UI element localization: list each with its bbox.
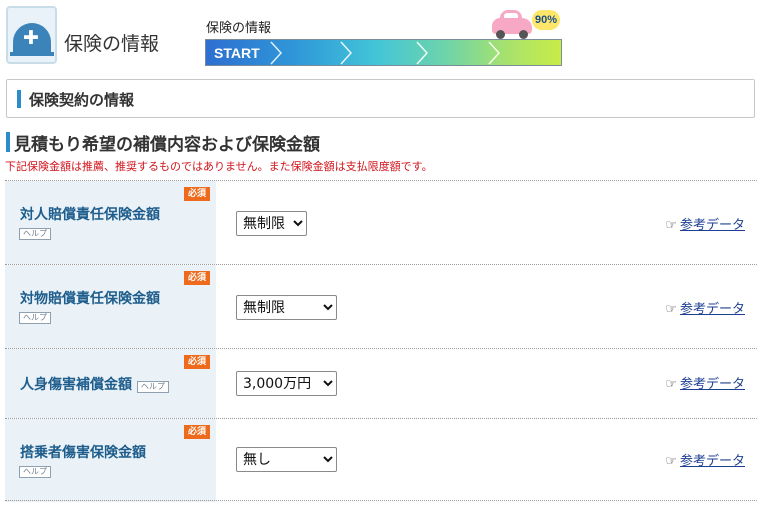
- progress-start-label: START: [214, 45, 260, 61]
- coverage-row: 必須 搭乗者傷害保険金額 ヘルプ 無し ☞ 参考データ: [5, 418, 757, 502]
- reference-data-link[interactable]: ☞ 参考データ: [665, 450, 745, 469]
- reference-data-link[interactable]: ☞ 参考データ: [665, 373, 745, 392]
- coverage-note: 下記保険金額は推薦、推奨するものではありません。また保険金額は支払限度額です。: [5, 160, 433, 173]
- progress-bar: START: [205, 39, 562, 66]
- subsection-accent-bar: [6, 132, 10, 152]
- required-badge: 必須: [184, 271, 210, 285]
- page-title: 保険の情報: [64, 33, 160, 55]
- coverage-row: 必須 人身傷害補償金額 ヘルプ 3,000万円 ☞ 参考データ: [5, 348, 757, 418]
- reference-data-link[interactable]: ☞ 参考データ: [665, 298, 745, 317]
- personal-injury-select[interactable]: 3,000万円: [236, 371, 337, 396]
- section-header: 保険契約の情報: [6, 79, 755, 118]
- bodily-injury-select[interactable]: 無制限: [236, 211, 307, 236]
- row-label-cell: 必須 人身傷害補償金額 ヘルプ: [5, 349, 216, 418]
- reference-data-label: 参考データ: [679, 454, 745, 469]
- passenger-injury-select[interactable]: 無し: [236, 447, 337, 472]
- coverage-row: 必須 対物賠償責任保険金額 ヘルプ 無制限 ☞ 参考データ: [5, 264, 757, 348]
- row-label: 人身傷害補償金額 ヘルプ: [20, 374, 169, 394]
- reference-data-label: 参考データ: [679, 218, 745, 233]
- help-button[interactable]: ヘルプ: [19, 466, 51, 478]
- chevron-right-icon: [270, 41, 283, 65]
- row-label-cell: 必須 対人賠償責任保険金額 ヘルプ: [5, 181, 216, 264]
- required-badge: 必須: [184, 187, 210, 201]
- required-badge: 必須: [184, 425, 210, 439]
- page-header: ✚ 保険の情報 保険の情報 START 90%: [0, 0, 763, 72]
- progress-percent-badge: 90%: [532, 10, 560, 30]
- chevron-right-icon: [416, 41, 429, 65]
- car-mascot-icon: [490, 8, 534, 40]
- coverage-table: 必須 対人賠償責任保険金額 ヘルプ 無制限 ☞ 参考データ 必須 対物賠償責任保険…: [5, 180, 757, 502]
- pointing-hand-icon: ☞: [665, 302, 677, 317]
- coverage-row: 必須 対人賠償責任保険金額 ヘルプ 無制限 ☞ 参考データ: [5, 180, 757, 264]
- progress-label: 保険の情報: [206, 21, 272, 36]
- row-label-cell: 必須 対物賠償責任保険金額 ヘルプ: [5, 265, 216, 348]
- pointing-hand-icon: ☞: [665, 454, 677, 469]
- section-accent-bar: [17, 90, 21, 108]
- row-label: 対人賠償責任保険金額: [20, 207, 160, 223]
- coverage-title: 見積もり希望の補償内容および保険金額: [14, 135, 320, 155]
- section-title: 保険契約の情報: [29, 91, 135, 109]
- table-bottom-divider: [5, 500, 757, 501]
- help-button[interactable]: ヘルプ: [19, 312, 51, 324]
- chevron-right-icon: [340, 41, 353, 65]
- pointing-hand-icon: ☞: [665, 218, 677, 233]
- chevron-right-icon: [488, 41, 501, 65]
- reference-data-label: 参考データ: [679, 377, 745, 392]
- help-button[interactable]: ヘルプ: [19, 228, 51, 240]
- pointing-hand-icon: ☞: [665, 377, 677, 392]
- reference-data-link[interactable]: ☞ 参考データ: [665, 214, 745, 233]
- required-badge: 必須: [184, 355, 210, 369]
- help-button[interactable]: ヘルプ: [136, 381, 169, 393]
- row-label-text: 人身傷害補償金額: [20, 377, 132, 393]
- row-label: 対物賠償責任保険金額: [20, 291, 160, 307]
- property-damage-select[interactable]: 無制限: [236, 295, 337, 320]
- row-label: 搭乗者傷害保険金額: [20, 445, 146, 461]
- insurance-plus-icon: ✚: [6, 6, 57, 64]
- reference-data-label: 参考データ: [679, 302, 745, 317]
- row-label-cell: 必須 搭乗者傷害保険金額 ヘルプ: [5, 419, 216, 502]
